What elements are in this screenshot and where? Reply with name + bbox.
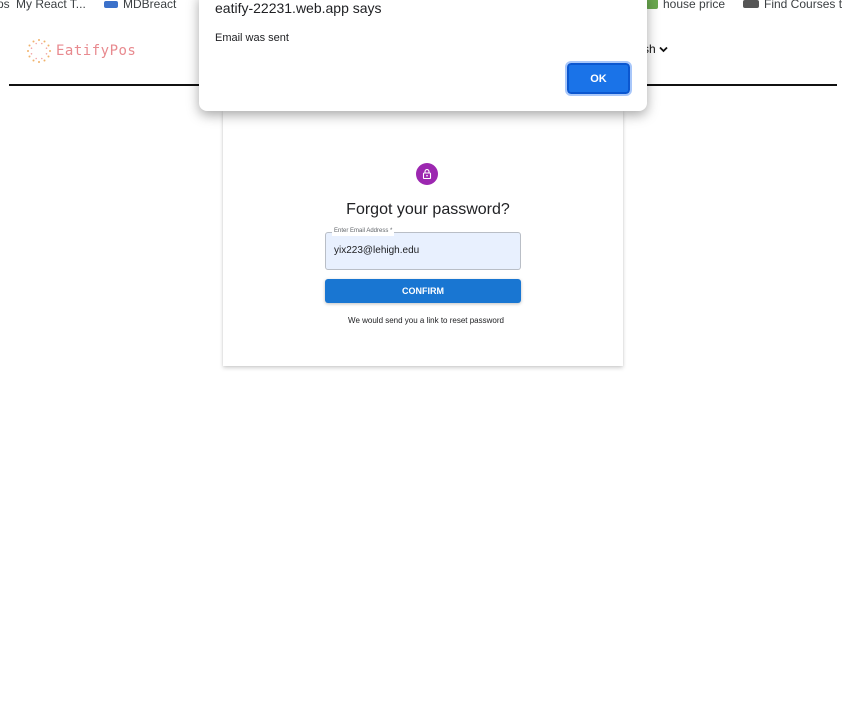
logo-icon bbox=[24, 36, 54, 66]
forgot-password-card: Forgot your password? Enter Email Addres… bbox=[223, 110, 623, 366]
bookmark-apps[interactable]: ps bbox=[0, 0, 10, 11]
dialog-message: Email was sent bbox=[215, 32, 289, 44]
logo[interactable]: EatifyPos bbox=[24, 36, 136, 66]
chart-icon bbox=[646, 0, 658, 9]
email-input[interactable] bbox=[334, 245, 514, 256]
alert-dialog: eatify-22231.web.app says Email was sent… bbox=[199, 0, 647, 111]
logo-text: EatifyPos bbox=[56, 43, 137, 59]
bookmark-find-courses[interactable]: Find Courses t bbox=[743, 0, 842, 11]
bookmark-label: ps bbox=[0, 0, 10, 11]
confirm-button[interactable]: CONFIRM bbox=[325, 279, 521, 303]
bookmark-label: MDBreact bbox=[123, 0, 177, 11]
bookmark-react-tutorial[interactable]: My React T... bbox=[16, 0, 86, 11]
ocw-icon bbox=[743, 0, 759, 8]
bookmark-mdbreact[interactable]: MDBreact bbox=[104, 0, 176, 11]
email-field[interactable]: Enter Email Address * bbox=[325, 227, 521, 270]
bookmark-label: house price bbox=[663, 0, 726, 11]
ok-button[interactable]: OK bbox=[565, 61, 632, 96]
mdb-icon bbox=[104, 0, 118, 8]
bookmark-label: Find Courses t bbox=[764, 0, 842, 11]
page-title: Forgot your password? bbox=[346, 201, 510, 218]
email-field-label: Enter Email Address * bbox=[332, 227, 395, 236]
reset-hint-text: We would send you a link to reset passwo… bbox=[348, 316, 504, 325]
bookmark-house-price[interactable]: house price bbox=[646, 0, 725, 11]
bookmark-label: My React T... bbox=[16, 0, 86, 11]
chevron-down-icon bbox=[659, 42, 668, 56]
lock-icon bbox=[416, 163, 438, 185]
dialog-title: eatify-22231.web.app says bbox=[215, 0, 382, 16]
